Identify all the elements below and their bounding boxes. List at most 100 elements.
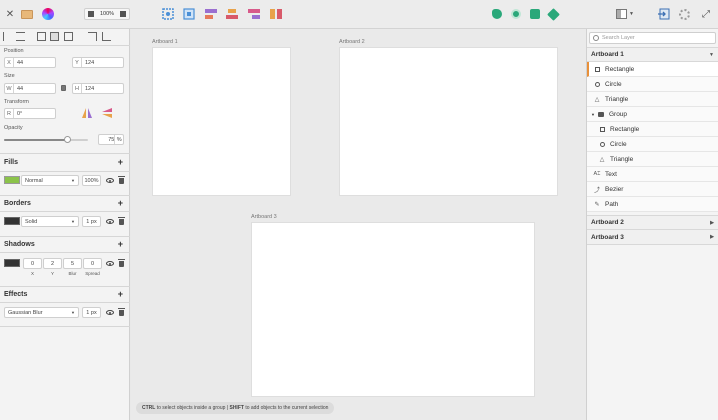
layer-group-triangle[interactable]: △ Triangle	[587, 152, 718, 167]
align-top-edge-icon[interactable]	[37, 32, 46, 41]
h-prefix: H	[73, 84, 82, 93]
align-bottom-edge-icon[interactable]	[64, 32, 73, 41]
rectangle-icon	[592, 66, 602, 72]
effect-type-value: Gaussian Blur	[8, 309, 43, 316]
artboard-3-label[interactable]: Artboard 3	[251, 214, 277, 220]
opacity-slider-fill	[4, 139, 67, 141]
height-field[interactable]: H 124	[72, 83, 124, 94]
close-icon[interactable]: ✕	[5, 5, 15, 23]
chevron-down-icon[interactable]: ▼	[591, 112, 595, 117]
flip-vertical-icon[interactable]	[101, 107, 113, 121]
fullscreen-icon[interactable]: ⤢	[699, 5, 713, 23]
green-shape-icon[interactable]	[491, 5, 503, 23]
distribute-v-icon[interactable]	[102, 32, 111, 41]
fill-trash-icon[interactable]	[118, 176, 125, 184]
green-square-icon[interactable]	[529, 5, 541, 23]
fill-color-swatch[interactable]	[4, 176, 20, 184]
add-border-button[interactable]: +	[118, 199, 123, 208]
settings-icon[interactable]	[677, 5, 691, 23]
artboard-fit-icon[interactable]	[181, 5, 197, 23]
align-center-icon[interactable]	[224, 5, 240, 23]
position-label: Position	[4, 48, 24, 54]
effect-size-field[interactable]: 1 px	[82, 307, 101, 318]
border-size-field[interactable]: 1 px	[82, 216, 101, 227]
layer-text[interactable]: A⌶ Text	[587, 167, 718, 182]
green-pen-icon[interactable]	[546, 5, 560, 23]
border-color-swatch[interactable]	[4, 217, 20, 225]
shadow-trash-icon[interactable]	[118, 259, 125, 267]
ctrl-hint-text: to select objects inside a group	[156, 405, 226, 411]
rotation-field[interactable]: R 0°	[4, 108, 56, 119]
layer-path[interactable]: ✎ Path	[587, 197, 718, 212]
layer-group-rectangle[interactable]: Rectangle	[587, 122, 718, 137]
effect-visibility-eye-icon[interactable]	[106, 310, 114, 315]
width-field[interactable]: W 44	[4, 83, 56, 94]
add-effect-button[interactable]: +	[118, 290, 123, 299]
align-h-center-icon[interactable]	[16, 32, 25, 41]
artboard-2-label[interactable]: Artboard 2	[339, 39, 365, 45]
shadow-x-value: 0	[30, 260, 35, 267]
align-left-edge-icon[interactable]	[3, 32, 12, 41]
green-circle-icon[interactable]	[510, 5, 522, 23]
zoom-in-icon[interactable]	[119, 11, 126, 17]
layer-bezier[interactable]: ⤴ Bezier	[587, 182, 718, 197]
effect-trash-icon[interactable]	[118, 308, 125, 316]
color-picker-icon[interactable]	[41, 5, 55, 23]
zoom-control[interactable]: 100%	[84, 8, 130, 20]
layer-group[interactable]: ▼ Group	[587, 107, 718, 122]
layer-label: Rectangle	[610, 125, 640, 133]
align-left-icon[interactable]	[203, 5, 219, 23]
flip-horizontal-icon[interactable]	[81, 107, 93, 121]
layer-group-circle[interactable]: Circle	[587, 137, 718, 152]
distribute-h-icon[interactable]	[88, 32, 97, 41]
shadow-visibility-eye-icon[interactable]	[106, 261, 114, 266]
border-visibility-eye-icon[interactable]	[106, 219, 114, 224]
artboard-2[interactable]	[339, 47, 558, 196]
shadow-blur-field[interactable]: 5	[63, 258, 82, 269]
artboard-3[interactable]	[251, 222, 535, 397]
export-icon[interactable]	[656, 5, 670, 23]
search-layer-input[interactable]: Search Layer	[589, 32, 716, 44]
opacity-field[interactable]: 75 %	[98, 134, 124, 145]
chevron-right-icon: ▶	[710, 234, 714, 240]
fill-visibility-eye-icon[interactable]	[106, 178, 114, 183]
border-trash-icon[interactable]	[118, 217, 125, 225]
fill-percent-field[interactable]: 100%	[82, 175, 101, 186]
layer-artboard-2[interactable]: Artboard 2 ▶	[587, 215, 718, 230]
zoom-out-icon[interactable]	[88, 11, 94, 17]
shadow-y-field[interactable]: 2	[43, 258, 62, 269]
folder-icon[interactable]	[20, 5, 34, 23]
layer-artboard-3[interactable]: Artboard 3 ▶	[587, 230, 718, 245]
align-v-center-icon[interactable]	[50, 32, 59, 41]
shadow-spread-field[interactable]: 0	[83, 258, 102, 269]
y-field[interactable]: Y 124	[72, 57, 124, 68]
opacity-slider-handle[interactable]	[63, 136, 71, 143]
opacity-slider[interactable]	[4, 136, 88, 143]
layout-icon[interactable]: ▼	[614, 5, 636, 23]
artboard-1-label[interactable]: Artboard 1	[152, 39, 178, 45]
crop-icon[interactable]	[160, 5, 176, 23]
divider	[0, 252, 130, 253]
layer-triangle[interactable]: △ Triangle	[587, 92, 718, 107]
layer-label: Bezier	[605, 185, 624, 193]
layer-artboard-1[interactable]: Artboard 1 ▼	[587, 47, 718, 62]
border-style-select[interactable]: Solid ▼	[21, 216, 79, 227]
lock-icon[interactable]	[61, 85, 66, 91]
layer-circle[interactable]: Circle	[587, 77, 718, 92]
distribute-icon[interactable]	[268, 5, 284, 23]
align-row	[3, 32, 127, 42]
shadow-x-field[interactable]: 0	[23, 258, 42, 269]
layer-rectangle[interactable]: Rectangle	[587, 62, 718, 77]
add-shadow-button[interactable]: +	[118, 240, 123, 249]
artboard-1[interactable]	[152, 47, 291, 196]
align-right-icon[interactable]	[246, 5, 262, 23]
divider	[0, 302, 130, 303]
shadow-color-swatch[interactable]	[4, 259, 20, 267]
effect-size-value: 1 px	[86, 309, 97, 316]
canvas[interactable]: Artboard 1 Artboard 2 Artboard 3	[131, 29, 586, 420]
add-fill-button[interactable]: +	[118, 158, 123, 167]
x-field[interactable]: X 44	[4, 57, 56, 68]
fill-blend-select[interactable]: Normal ▼	[21, 175, 79, 186]
x-value: 44	[17, 59, 24, 66]
effect-type-select[interactable]: Gaussian Blur ▼	[4, 307, 79, 318]
